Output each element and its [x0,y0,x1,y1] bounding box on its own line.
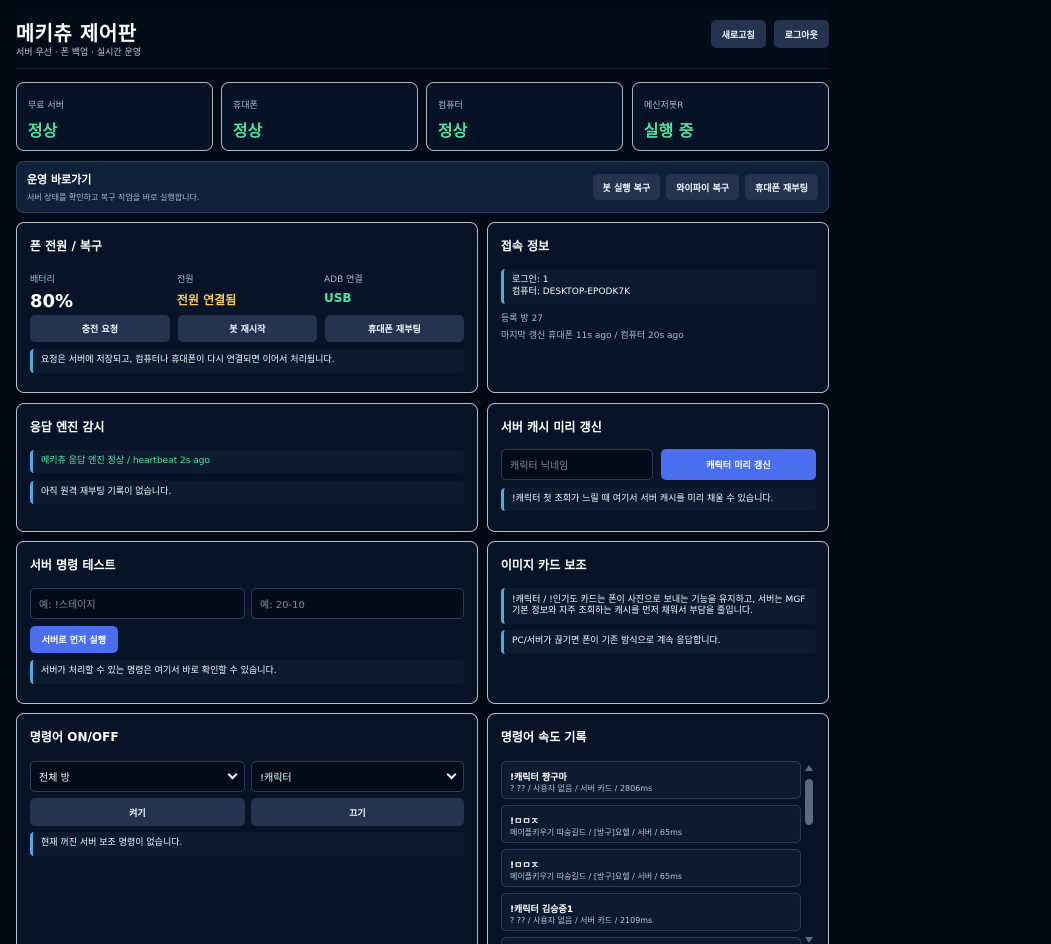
bot-restart-button[interactable]: 봇 재시작 [178,315,317,342]
battery-label: 배터리 [30,275,55,285]
page-header: 메키츄 제어판 서버 우선 · 폰 백업 · 실시간 운영 새로고침 로그아웃 [16,8,829,69]
quick-actions: 운영 바로가기 서버 상태를 확인하고 복구 작업을 바로 실행합니다. 봇 실… [16,161,829,213]
scroll-up-icon[interactable] [805,765,813,771]
note-line: 기본 정보와 자주 조회하는 캐시를 먼저 채워서 부담을 줄입니다. [512,606,754,616]
quick-title: 운영 바로가기 [27,173,92,186]
status-card-phone: 휴대폰 정상 [221,82,418,151]
last-update: 마지막 갱신 휴대폰 11s ago / 컴퓨터 20s ago [501,331,684,341]
panel-title: 이미지 카드 보조 [501,558,587,572]
status-value: 실행 중 [644,121,694,140]
engine-monitor-panel: 응답 엔진 감시 메키츄 응답 엔진 정상 / heartbeat 2s ago… [16,403,478,532]
room-select[interactable]: 전체 방 [30,761,245,792]
image-card-note-2: PC/서버가 끊기면 폰이 기존 방식으로 계속 응답합니다. [501,630,816,654]
phone-power-panel: 폰 전원 / 복구 배터리 80% 전원 전원 연결됨 ADB 연결 USB 충… [16,222,478,393]
log-entry-partial [501,937,801,944]
panel-title: 명령어 속도 기록 [501,730,587,744]
disable-button[interactable]: 끄기 [251,798,464,826]
chevron-down-icon [446,769,457,780]
server-run-button[interactable]: 서버로 먼저 실행 [30,626,118,653]
log-detail: 메이플키우기 따숭길드 / [방구]요헬 / 서버 / 65ms [510,828,683,837]
logout-button[interactable]: 로그아웃 [773,20,829,48]
log-scrollbar[interactable] [804,765,814,943]
command-input[interactable]: 예: !스테이지 [30,588,245,619]
toggle-note: 현재 꺼진 서버 보조 명령이 없습니다. [30,832,464,856]
status-label: 컴퓨터 [438,101,463,111]
character-refresh-button[interactable]: 캐릭터 미리 갱신 [661,449,816,480]
status-value: 정상 [438,121,468,140]
status-card-computer: 컴퓨터 정상 [426,82,623,151]
charge-request-button[interactable]: 충전 요청 [30,315,170,342]
log-entry: !ㅁㅁㅈ 메이플키우기 따숭길드 / [방구]요헬 / 서버 / 65ms [501,805,801,843]
status-label: 메신저봇R [644,101,684,111]
status-value: 정상 [233,121,263,140]
phone-reboot-button-2[interactable]: 휴대폰 재부팅 [325,315,464,342]
enable-button[interactable]: 켜기 [30,798,245,826]
login-info: 로그인: 1 [512,275,549,286]
panel-title: 접속 정보 [501,239,550,253]
computer-info: 컴퓨터: DESKTOP-EPODK7K [512,286,630,297]
adb-label: ADB 연결 [324,275,363,285]
panel-title: 응답 엔진 감시 [30,420,105,434]
status-card-server: 무료 서버 정상 [16,82,213,151]
connection-info-box: 로그인: 1 컴퓨터: DESKTOP-EPODK7K [501,269,816,304]
log-title: !캐릭터 짱구마 [510,773,567,783]
note-line: !캐릭터 / !인기도 카드는 폰이 사진으로 보내는 기능을 유지하고, 서버… [512,594,806,605]
command-test-panel: 서버 명령 테스트 예: !스테이지 예: 20-10 서버로 먼저 실행 서버… [16,541,478,704]
room-select-value: 전체 방 [39,773,70,784]
command-test-note: 서버가 처리할 수 있는 명령은 여기서 바로 확인할 수 있습니다. [30,660,464,684]
connection-panel: 접속 정보 로그인: 1 컴퓨터: DESKTOP-EPODK7K 등록 방 2… [487,222,829,393]
log-title: !ㅁㅁㅈ [510,861,539,871]
scroll-down-icon[interactable] [805,937,813,943]
status-cards: 무료 서버 정상 휴대폰 정상 컴퓨터 정상 메신저봇R 실행 중 [16,82,829,151]
phone-power-note: 요청은 서버에 저장되고, 컴퓨터나 휴대폰이 다시 연결되면 이어서 처리됩니… [30,349,464,373]
engine-status: 메키츄 응답 엔진 정상 / heartbeat 2s ago [30,450,464,473]
bot-recover-button[interactable]: 봇 실행 복구 [592,174,661,200]
reboot-history: 아직 원격 재부팅 기록이 없습니다. [30,481,464,504]
battery-value: 80% [30,291,74,312]
command-arg-input[interactable]: 예: 20-10 [251,588,464,619]
image-card-note-1: !캐릭터 / !인기도 카드는 폰이 사진으로 보내는 기능을 유지하고, 서버… [501,588,816,624]
adb-value: USB [324,291,352,305]
command-select-value: !캐릭터 [260,773,292,784]
log-detail: ? ?? / 사용자 없음 / 서버 카드 / 2109ms [510,916,653,925]
command-toggle-panel: 명령어 ON/OFF 전체 방 !캐릭터 켜기 끄기 현재 꺼진 서버 보조 명… [16,713,478,944]
quick-desc: 서버 상태를 확인하고 복구 작업을 바로 실행합니다. [27,193,200,202]
log-entry: !캐릭터 김승중1 ? ?? / 사용자 없음 / 서버 카드 / 2109ms [501,893,801,931]
power-value: 전원 연결됨 [177,293,237,307]
command-select[interactable]: !캐릭터 [251,761,464,792]
status-card-messenger-bot: 메신저봇R 실행 중 [632,82,829,151]
character-nickname-input[interactable]: 캐릭터 닉네임 [501,449,653,480]
phone-reboot-button[interactable]: 휴대폰 재부팅 [745,174,818,200]
room-count: 등록 방 27 [501,314,544,324]
page-title: 메키츄 제어판 [16,21,137,45]
status-label: 무료 서버 [28,101,64,111]
log-title: !ㅁㅁㅈ [510,817,539,827]
log-title: !캐릭터 김승중1 [510,905,574,915]
dashboard: 메키츄 제어판 서버 우선 · 폰 백업 · 실시간 운영 새로고침 로그아웃 … [16,8,829,944]
log-detail: ? ?? / 사용자 없음 / 서버 카드 / 2806ms [510,784,653,793]
refresh-button[interactable]: 새로고침 [710,20,766,48]
wifi-recover-button[interactable]: 와이파이 복구 [666,174,740,200]
status-value: 정상 [28,121,58,140]
cache-note: !캐릭터 첫 조회가 느릴 때 여기서 서버 캐시를 미리 채울 수 있습니다. [501,488,816,511]
log-entry: !ㅁㅁㅈ 메이플키우기 따숭길드 / [방구]요헬 / 서버 / 65ms [501,849,801,887]
image-card-panel: 이미지 카드 보조 !캐릭터 / !인기도 카드는 폰이 사진으로 보내는 기능… [487,541,829,704]
power-label: 전원 [177,275,194,285]
status-label: 휴대폰 [233,101,258,111]
panel-title: 서버 캐시 미리 갱신 [501,420,602,434]
panel-title: 서버 명령 테스트 [30,558,116,572]
chevron-down-icon [227,769,238,780]
panel-title: 폰 전원 / 복구 [30,239,103,253]
log-detail: 메이플키우기 따숭길드 / [방구]요헬 / 서버 / 65ms [510,872,683,881]
page-subtitle: 서버 우선 · 폰 백업 · 실시간 운영 [16,48,142,58]
cache-refresh-panel: 서버 캐시 미리 갱신 캐릭터 닉네임 캐릭터 미리 갱신 !캐릭터 첫 조회가… [487,403,829,532]
speed-log-panel: 명령어 속도 기록 !캐릭터 짱구마 ? ?? / 사용자 없음 / 서버 카드… [487,713,829,944]
panel-title: 명령어 ON/OFF [30,730,119,744]
log-entry: !캐릭터 짱구마 ? ?? / 사용자 없음 / 서버 카드 / 2806ms [501,761,801,799]
scroll-thumb[interactable] [805,779,813,825]
